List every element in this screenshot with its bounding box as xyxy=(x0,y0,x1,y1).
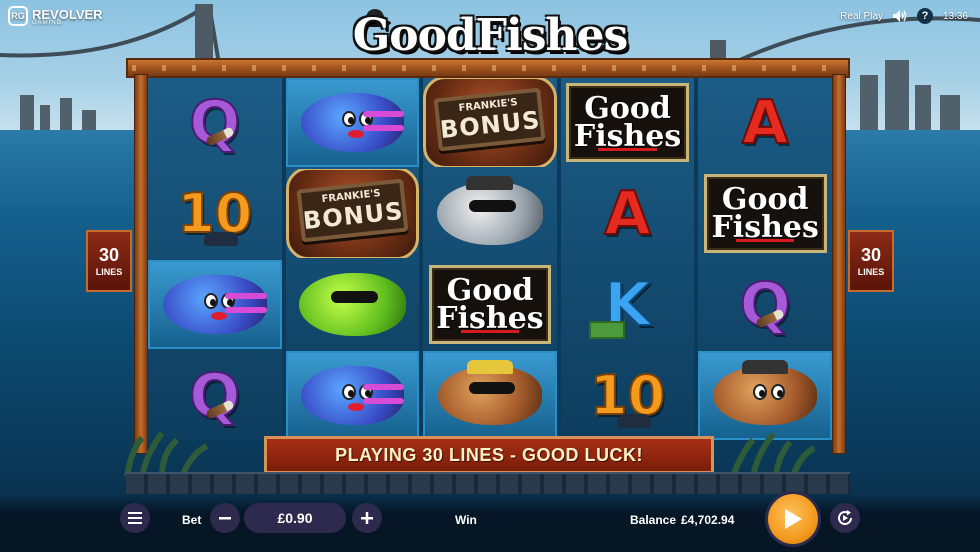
symbol-q-cigar: Q xyxy=(188,360,241,431)
symbol-fish-blue xyxy=(148,260,282,349)
lines-count: 30 xyxy=(860,244,882,265)
frankies-bonus-sign: FRANKIE'S BONUS xyxy=(296,178,409,243)
fedora-icon xyxy=(616,414,651,428)
symbol-fish-blue xyxy=(285,351,420,440)
gangster-fish-icon xyxy=(436,176,544,245)
boss-fish-icon xyxy=(713,359,818,426)
symbol-fish-blue xyxy=(285,78,420,167)
lines-count: 30 xyxy=(98,244,120,265)
frame-post-left xyxy=(134,74,148,454)
symbol-k-cash: K xyxy=(561,260,695,349)
symbol-q-cigar: Q xyxy=(739,269,792,340)
symbol-goodfishes-logo: Good Fishes xyxy=(561,78,695,167)
symbol-fish-brown-boss xyxy=(698,351,832,440)
reel-1: Q 10 Q xyxy=(148,78,282,440)
reel-grid[interactable]: Q 10 Q FRANKIE'S BONUS FRANKIE'S BONUS G… xyxy=(148,78,832,440)
balance-label: Balance xyxy=(630,513,677,527)
seaweed-left xyxy=(124,431,209,476)
menu-icon xyxy=(128,512,142,524)
cash-icon xyxy=(588,321,625,339)
bet-decrease-button[interactable] xyxy=(210,503,240,533)
reel-frame-top xyxy=(126,58,850,78)
blue-fish-icon xyxy=(300,365,405,426)
message-banner: PLAYING 30 LINES - GOOD LUCK! xyxy=(264,436,714,474)
win-label: Win xyxy=(455,513,477,527)
balance-value: £4,702.94 xyxy=(681,513,735,527)
autoplay-icon xyxy=(838,510,852,525)
symbol-fish-green-shades xyxy=(286,260,420,349)
brown-fish-icon xyxy=(438,359,542,426)
lines-indicator-right: 30 LINES xyxy=(848,230,894,292)
seaweed-right xyxy=(730,432,816,476)
symbol-frankies-bonus: FRANKIE'S BONUS xyxy=(423,78,557,167)
spin-button[interactable] xyxy=(768,494,818,544)
symbol-goodfishes-logo: Good Fishes xyxy=(698,169,832,258)
pier-base xyxy=(126,472,850,494)
play-icon xyxy=(785,509,802,529)
symbol-fish-grey-gun xyxy=(423,169,557,258)
bet-value: £0.90 xyxy=(244,503,346,533)
blue-fish-icon xyxy=(300,92,405,153)
minus-icon xyxy=(219,517,231,520)
reel-2: FRANKIE'S BONUS xyxy=(285,78,420,440)
frame-post-right xyxy=(832,74,846,454)
symbol-a-rose: A xyxy=(603,178,651,249)
fedora-icon xyxy=(204,232,238,246)
symbol-ten-fedora: 10 xyxy=(589,363,666,428)
bet-label: Bet xyxy=(182,513,202,527)
symbol-ten-fedora: 10 xyxy=(176,181,253,246)
symbol-q-cigar: Q xyxy=(188,87,241,158)
lines-indicator-left: 30 LINES xyxy=(86,230,132,292)
reel-4: Good Fishes A K 10 xyxy=(560,78,695,440)
bet-increase-button[interactable] xyxy=(352,503,382,533)
menu-button[interactable] xyxy=(120,503,150,533)
symbol-a-rose: A xyxy=(741,87,789,158)
symbol-frankies-bonus: FRANKIE'S BONUS xyxy=(285,169,420,258)
green-fish-icon xyxy=(298,273,406,336)
lines-label: LINES xyxy=(857,266,885,277)
blue-fish-icon xyxy=(162,274,267,335)
lines-label: LINES xyxy=(95,266,123,277)
plus-icon xyxy=(361,512,373,524)
frankies-bonus-sign: FRANKIE'S BONUS xyxy=(433,87,547,152)
game-title: GoodFishes xyxy=(352,10,629,61)
reel-3: FRANKIE'S BONUS Good Fishes xyxy=(423,78,557,440)
autoplay-button[interactable] xyxy=(830,503,860,533)
symbol-goodfishes-logo: Good Fishes xyxy=(423,260,557,349)
symbol-fish-brown-yellow-hat xyxy=(423,351,557,440)
reel-5: A Good Fishes Q xyxy=(698,78,832,440)
